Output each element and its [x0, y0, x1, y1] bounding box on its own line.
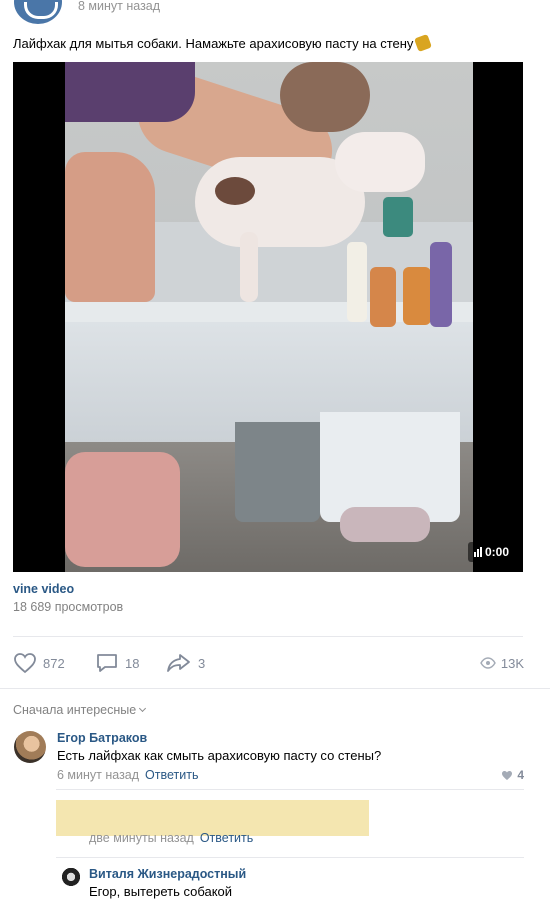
like-count: 872 [43, 655, 65, 671]
comment-count: 18 [125, 655, 140, 671]
share-count: 3 [198, 655, 206, 671]
like-button[interactable]: 872 [13, 648, 65, 678]
reply-link[interactable]: Ответить [200, 833, 253, 845]
volume-bars-icon [473, 547, 482, 557]
comment-text: Егор, вытереть собакой [89, 884, 233, 899]
video-thumbnail [65, 62, 473, 572]
video-source-link[interactable]: vine video [13, 582, 74, 596]
comment-like-count: 4 [517, 768, 524, 782]
comment-time[interactable]: 6 минут назад [57, 768, 139, 782]
comments-sort-dropdown[interactable]: Сначала интересные [13, 703, 147, 717]
comment-button[interactable]: 18 [95, 648, 139, 678]
comment: Виталя Жизнерадостный Егор, вытереть соб… [0, 863, 550, 903]
censored-block [56, 800, 369, 836]
comments-sort-label: Сначала интересные [13, 703, 137, 717]
comment-time[interactable]: две минуты назад [89, 833, 194, 845]
divider [56, 789, 524, 790]
avatar[interactable] [60, 867, 82, 889]
chevron-down-icon [139, 704, 147, 713]
comment-like-button[interactable]: 4 [501, 768, 524, 782]
heart-icon [502, 770, 513, 780]
divider [13, 636, 523, 637]
eye-icon [480, 657, 496, 669]
comment-meta: две минуты назад Ответить [89, 833, 253, 847]
post-text: Лайфхак для мытья собаки. Намажьте арахи… [13, 34, 433, 52]
post-text-content: Лайфхак для мытья собаки. Намажьте арахи… [13, 36, 414, 51]
divider [0, 688, 550, 689]
post-actions: 872 18 3 13K [0, 648, 550, 678]
post-time[interactable]: 8 минут назад [78, 0, 160, 13]
share-icon [167, 654, 190, 672]
peanut-emoji-icon [414, 34, 433, 52]
comment-meta: 6 минут назад Ответить [57, 768, 198, 782]
comment: Егор Батраков Есть лайфхак как смыть ара… [0, 731, 550, 791]
comment-icon [97, 654, 117, 672]
video-duration-text: 0:00 [484, 545, 509, 559]
heart-icon [14, 653, 36, 674]
community-avatar[interactable] [14, 0, 62, 24]
share-button[interactable]: 3 [166, 648, 205, 678]
divider [56, 857, 524, 858]
video-views: 18 689 просмотров [13, 600, 124, 614]
comment-author[interactable]: Егор Батраков [57, 731, 147, 745]
video-player[interactable]: 0:00 [13, 62, 523, 572]
avatar[interactable] [14, 731, 46, 763]
reply-link[interactable]: Ответить [145, 768, 198, 782]
video-duration: 0:00 [467, 542, 515, 562]
comment-author[interactable]: Виталя Жизнерадостный [89, 867, 246, 881]
comment-text: Есть лайфхак как смыть арахисовую пасту … [57, 748, 382, 763]
views-count: 13K [500, 655, 524, 671]
views-counter: 13K [480, 648, 524, 678]
post-header: 8 минут назад [0, 0, 550, 28]
